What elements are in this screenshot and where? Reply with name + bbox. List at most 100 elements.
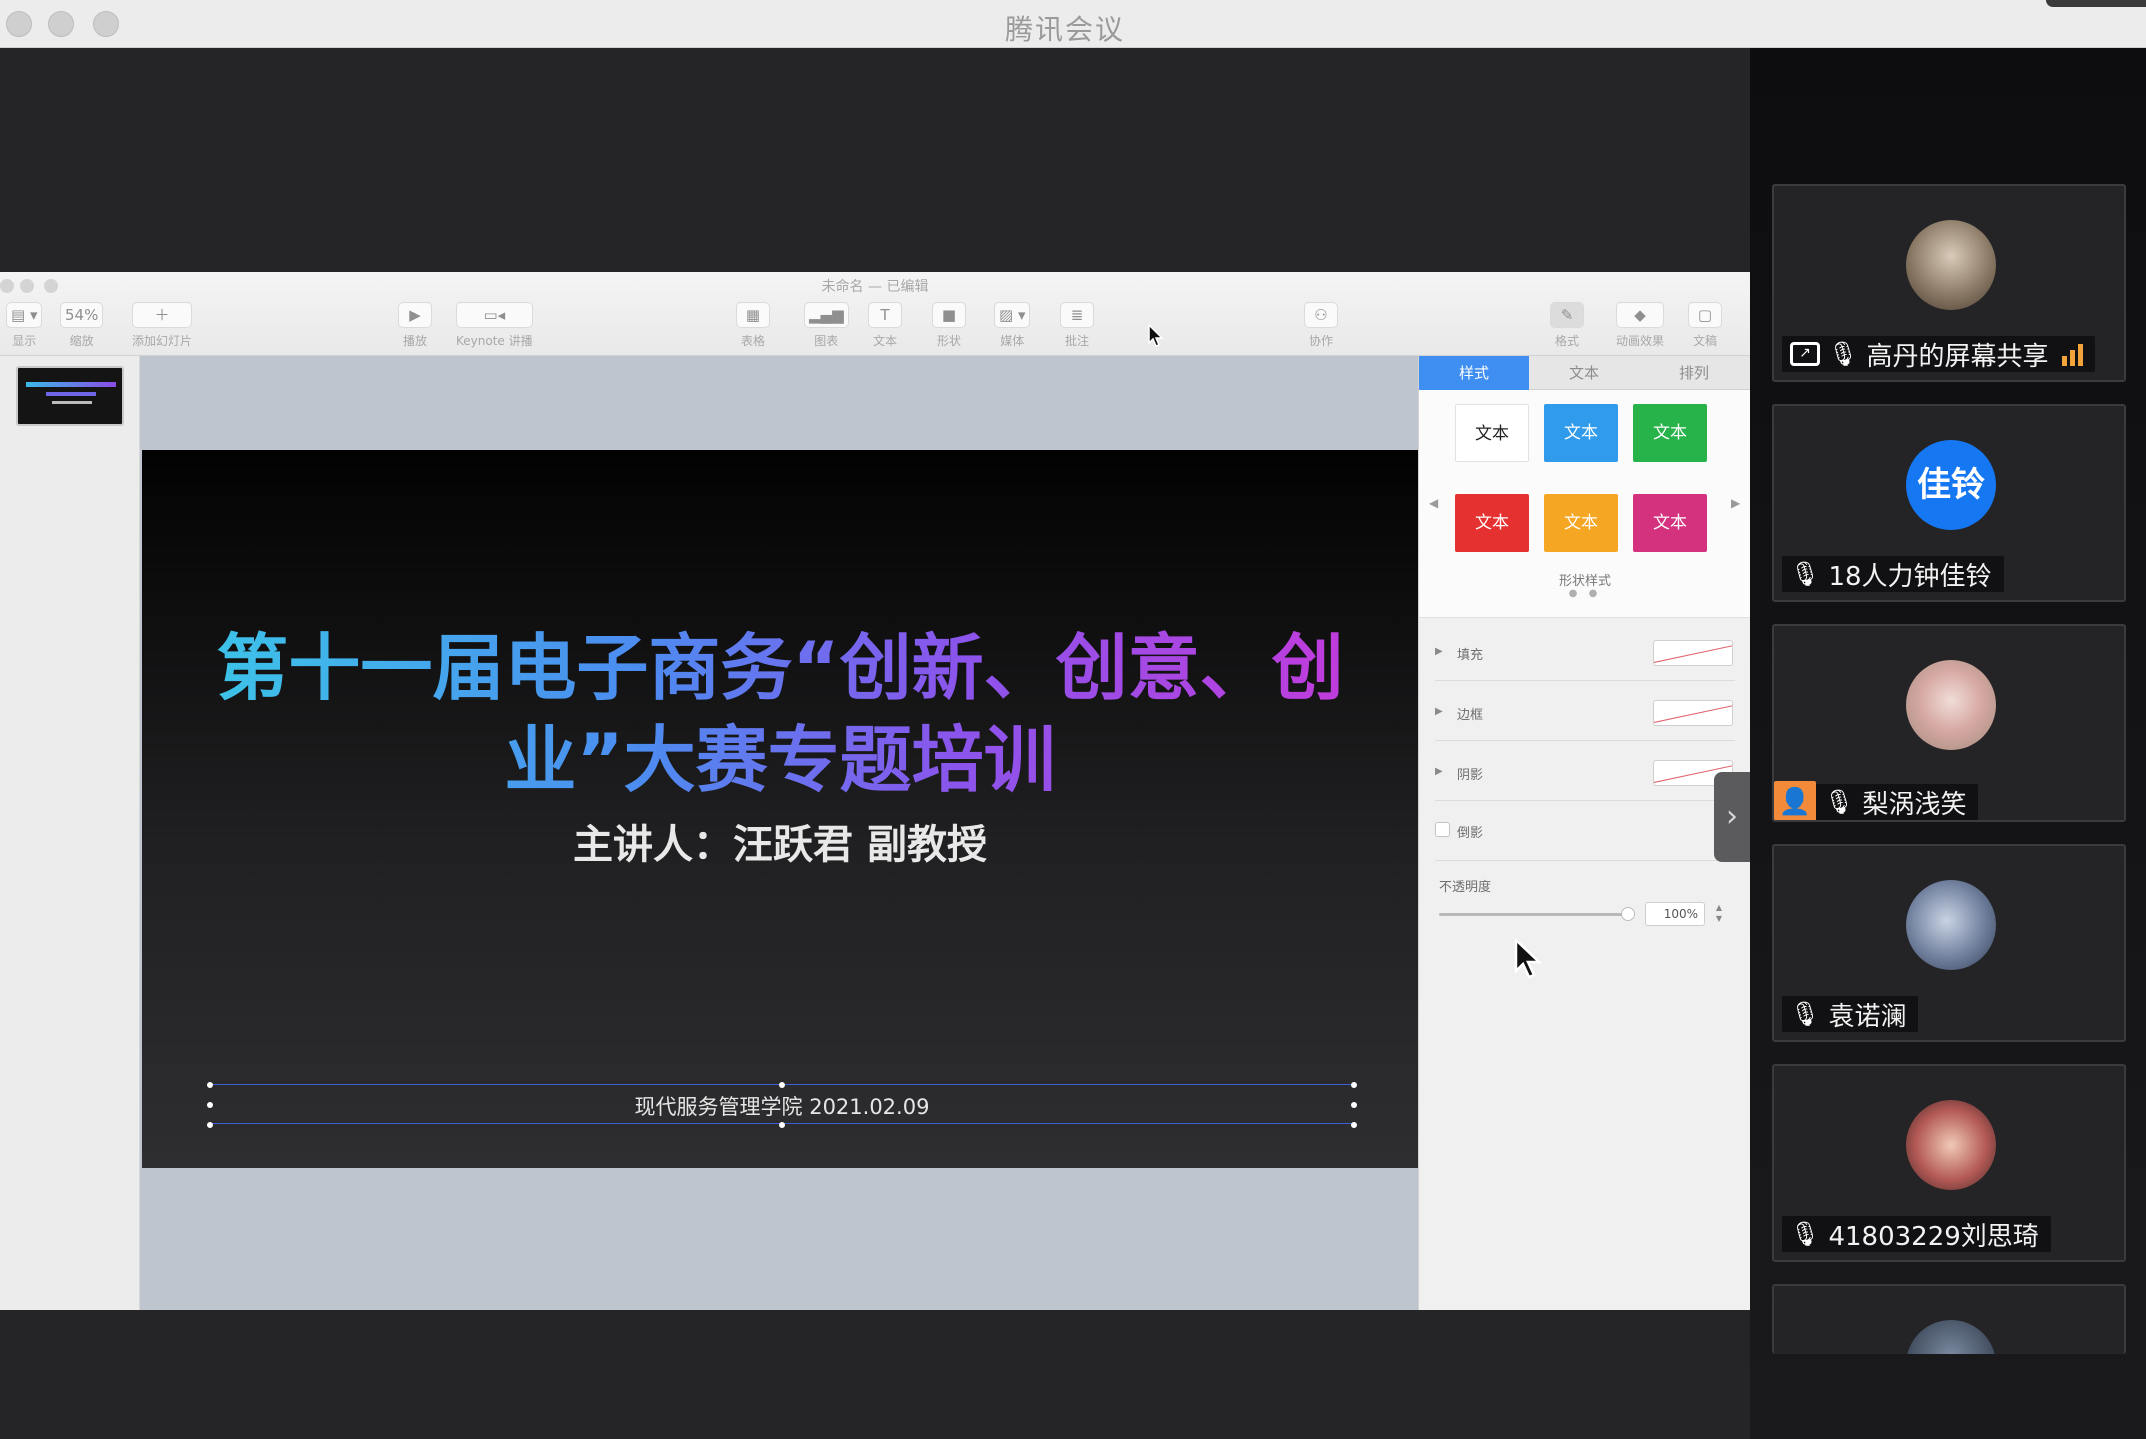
style-swatch[interactable]: 文本 — [1633, 494, 1707, 552]
window-title: 腾讯会议 — [1004, 13, 1125, 46]
resize-handle[interactable] — [779, 1122, 785, 1128]
animate-icon: ◆ — [1616, 302, 1665, 328]
participants-panel: ↗ 🎙 高丹的屏幕共享 佳铃 🎙 18人力钟佳铃 👤 🎙 梨涡浅笑 🎙 袁诺澜 … — [1750, 48, 2146, 1439]
pointer-cursor-icon — [1148, 324, 1164, 347]
avatar — [1906, 1100, 1996, 1190]
style-swatch[interactable]: 文本 — [1633, 404, 1707, 462]
participant-name-tag: 🎙 18人力钟佳铃 — [1782, 556, 2004, 592]
view-button[interactable]: ▤ ▾ 显示 — [6, 302, 43, 349]
style-swatch[interactable]: 文本 — [1544, 404, 1618, 462]
participant-name-tag: 👤 🎙 梨涡浅笑 — [1774, 781, 1979, 820]
comment-icon: ≣ — [1060, 302, 1094, 328]
style-swatch[interactable]: 文本 — [1455, 404, 1529, 462]
shape-button[interactable]: ■ 形状 — [932, 302, 966, 349]
text-button[interactable]: T 文本 — [868, 302, 902, 349]
keynote-doc-title: 未命名 — 已编辑 — [821, 279, 929, 295]
play-icon: ▶ — [398, 302, 432, 328]
participant-tile[interactable]: 🎙 41803229刘思琦 — [1772, 1064, 2126, 1262]
slide-title[interactable]: 第十一届电子商务“创新、创意、创业”大赛专题培训 — [202, 622, 1358, 806]
slide-speaker[interactable]: 主讲人：汪跃君 副教授 — [142, 812, 1418, 870]
resize-handle[interactable] — [207, 1082, 213, 1088]
shape-styles-label: 形状样式 — [1558, 574, 1611, 589]
inspector-tabs: 样式 文本 排列 — [1419, 356, 1751, 390]
play-button[interactable]: ▶ 播放 — [398, 302, 432, 349]
border-well[interactable] — [1653, 700, 1733, 726]
resize-handle[interactable] — [779, 1082, 785, 1088]
shared-screen: 未命名 — 已编辑 ▤ ▾ 显示 54% 缩放 ＋ 添加幻灯片 ▶ 播放 ▭◂ … — [0, 48, 1751, 1439]
opacity-field[interactable]: 100% — [1645, 902, 1705, 926]
broadcast-icon: ▭◂ — [456, 302, 533, 328]
participant-name-tag: ↗ 🎙 高丹的屏幕共享 — [1782, 336, 2096, 372]
avatar — [1906, 1320, 1996, 1354]
tab-style[interactable]: 样式 — [1419, 356, 1529, 390]
border-row[interactable]: ▶ 边框 — [1435, 696, 1735, 732]
reflection-row[interactable]: 倒影 — [1435, 814, 1735, 850]
resize-handle[interactable] — [1351, 1122, 1357, 1128]
shape-icon: ■ — [932, 302, 966, 328]
resize-handle[interactable] — [1351, 1082, 1357, 1088]
slide-thumbnail[interactable] — [16, 366, 124, 426]
screen-share-icon: ↗ — [1790, 342, 1820, 366]
paintbrush-icon: ✎ — [1550, 302, 1584, 328]
chevron-right-icon[interactable]: › — [1714, 772, 1750, 862]
chevron-right-icon[interactable]: ▶ — [1731, 496, 1740, 510]
slide[interactable]: 第十一届电子商务“创新、创意、创业”大赛专题培训 主讲人：汪跃君 副教授 现代服… — [142, 450, 1418, 1168]
avatar — [1906, 660, 1996, 750]
media-button[interactable]: ▨ ▾ 媒体 — [994, 302, 1031, 349]
resize-handle[interactable] — [207, 1102, 213, 1108]
opacity-stepper[interactable]: ▲ ▼ — [1713, 902, 1725, 926]
disclosure-icon: ▶ — [1435, 766, 1443, 777]
opacity-slider[interactable] — [1439, 907, 1635, 921]
zoom-button[interactable]: 54% 缩放 — [60, 302, 104, 349]
mic-muted-icon: 🎙 — [1790, 1000, 1821, 1028]
table-button[interactable]: ▦ 表格 — [736, 302, 770, 349]
participant-tile[interactable]: 👤 🎙 梨涡浅笑 — [1772, 624, 2126, 822]
avatar — [1906, 880, 1996, 970]
resize-handle[interactable] — [207, 1122, 213, 1128]
style-swatch[interactable]: 文本 — [1544, 494, 1618, 552]
comment-button[interactable]: ≣ 批注 — [1060, 302, 1094, 349]
window-titlebar: 腾讯会议 — [0, 0, 2146, 48]
participant-tile[interactable]: 佳铃 🎙 18人力钟佳铃 — [1772, 404, 2126, 602]
document-button[interactable]: ▢ 文稿 — [1688, 302, 1722, 349]
participant-tile[interactable]: ↗ 🎙 高丹的屏幕共享 — [1772, 184, 2126, 382]
view-icon: ▤ ▾ — [6, 302, 43, 328]
slide-footer[interactable]: 现代服务管理学院 2021.02.09 — [210, 1091, 1354, 1121]
mic-muted-icon: 🎙 — [1824, 788, 1855, 816]
participant-tile[interactable]: 🎙 袁诺澜 — [1772, 844, 2126, 1042]
chart-button[interactable]: ▂▄▆ 图表 — [804, 302, 849, 349]
selected-text-box[interactable]: 现代服务管理学院 2021.02.09 — [207, 1082, 1357, 1128]
reflection-checkbox[interactable] — [1435, 822, 1450, 837]
disclosure-icon: ▶ — [1435, 706, 1443, 717]
chart-icon: ▂▄▆ — [804, 302, 849, 328]
tab-arrange[interactable]: 排列 — [1639, 356, 1749, 390]
tab-text[interactable]: 文本 — [1529, 356, 1639, 390]
add-slide-button[interactable]: ＋ 添加幻灯片 — [132, 302, 193, 349]
shadow-row[interactable]: ▶ 阴影 — [1435, 756, 1735, 792]
fill-row[interactable]: ▶ 填充 — [1435, 636, 1735, 672]
mic-muted-icon: 🎙 — [1790, 560, 1821, 588]
mic-muted-icon: 🎙 — [1790, 1220, 1821, 1248]
collaborate-icon: ⚇ — [1304, 302, 1338, 328]
style-swatch[interactable]: 文本 — [1455, 494, 1529, 552]
pointer-cursor-icon — [1514, 938, 1543, 979]
fill-well[interactable] — [1653, 640, 1733, 666]
disclosure-icon: ▶ — [1435, 646, 1443, 657]
table-icon: ▦ — [736, 302, 770, 328]
format-button[interactable]: ✎ 格式 — [1550, 302, 1584, 349]
slider-knob[interactable] — [1621, 907, 1635, 921]
format-inspector: 样式 文本 排列 ◀ ▶ 文本 文本 文本 文本 文本 文本 形状样式 ● ● … — [1418, 356, 1751, 1310]
zoom-value: 54% — [60, 302, 104, 328]
resize-handle[interactable] — [1351, 1102, 1357, 1108]
titlebar-corner — [2046, 0, 2146, 7]
participant-tile[interactable] — [1772, 1284, 2126, 1354]
shape-styles: ◀ ▶ 文本 文本 文本 文本 文本 文本 形状样式 ● ● — [1419, 390, 1751, 618]
collaborate-button[interactable]: ⚇ 协作 — [1304, 302, 1338, 349]
animate-button[interactable]: ◆ 动画效果 — [1616, 302, 1665, 349]
keynote-window: 未命名 — 已编辑 ▤ ▾ 显示 54% 缩放 ＋ 添加幻灯片 ▶ 播放 ▭◂ … — [0, 272, 1751, 1310]
slide-navigator — [0, 356, 140, 1310]
keynote-live-button[interactable]: ▭◂ Keynote 讲播 — [456, 302, 533, 349]
chevron-left-icon[interactable]: ◀ — [1429, 496, 1438, 510]
page-dots[interactable]: ● ● — [1419, 588, 1751, 599]
avatar: 佳铃 — [1906, 440, 1996, 530]
